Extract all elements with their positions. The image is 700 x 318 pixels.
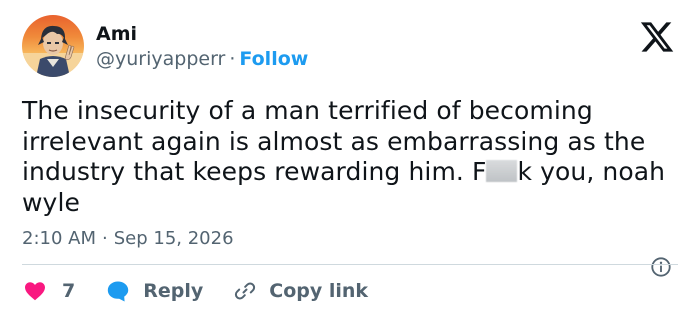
tweet-time: 2:10 AM [22, 228, 96, 249]
tweet-date: Sep 15, 2026 [113, 228, 234, 249]
avatar-illustration [22, 25, 84, 77]
link-icon [235, 282, 256, 300]
handle-separator: · [229, 48, 236, 70]
like-count: 7 [62, 280, 76, 302]
copy-link-button[interactable]: Copy link [233, 279, 368, 303]
reply-button[interactable]: Reply [105, 279, 203, 303]
x-logo-icon[interactable] [637, 19, 677, 55]
divider [22, 264, 678, 265]
reply-bubble-icon [108, 281, 129, 302]
info-icon[interactable] [650, 256, 672, 278]
tweet-timestamp[interactable]: 2:10 AM · Sep 15, 2026 [22, 228, 234, 250]
avatar[interactable] [22, 15, 84, 77]
tweet-text: The insecurity of a man terrified of bec… [22, 96, 682, 218]
follow-button[interactable]: Follow [239, 48, 308, 70]
like-button[interactable]: 7 [22, 279, 75, 303]
censored-word-blur [486, 160, 518, 182]
author-name[interactable]: Ami [96, 22, 137, 46]
copy-link-label: Copy link [269, 280, 369, 302]
timestamp-separator: · [102, 228, 108, 249]
author-handle-row: @yuriyapperr · Follow [96, 47, 308, 71]
heart-icon [25, 282, 45, 301]
reply-label: Reply [143, 280, 204, 302]
action-bar: 7 Reply Copy link [22, 278, 368, 304]
author-handle[interactable]: @yuriyapperr [96, 48, 225, 70]
tweet-card: Ami @yuriyapperr · Follow The insecurity o… [0, 0, 700, 318]
